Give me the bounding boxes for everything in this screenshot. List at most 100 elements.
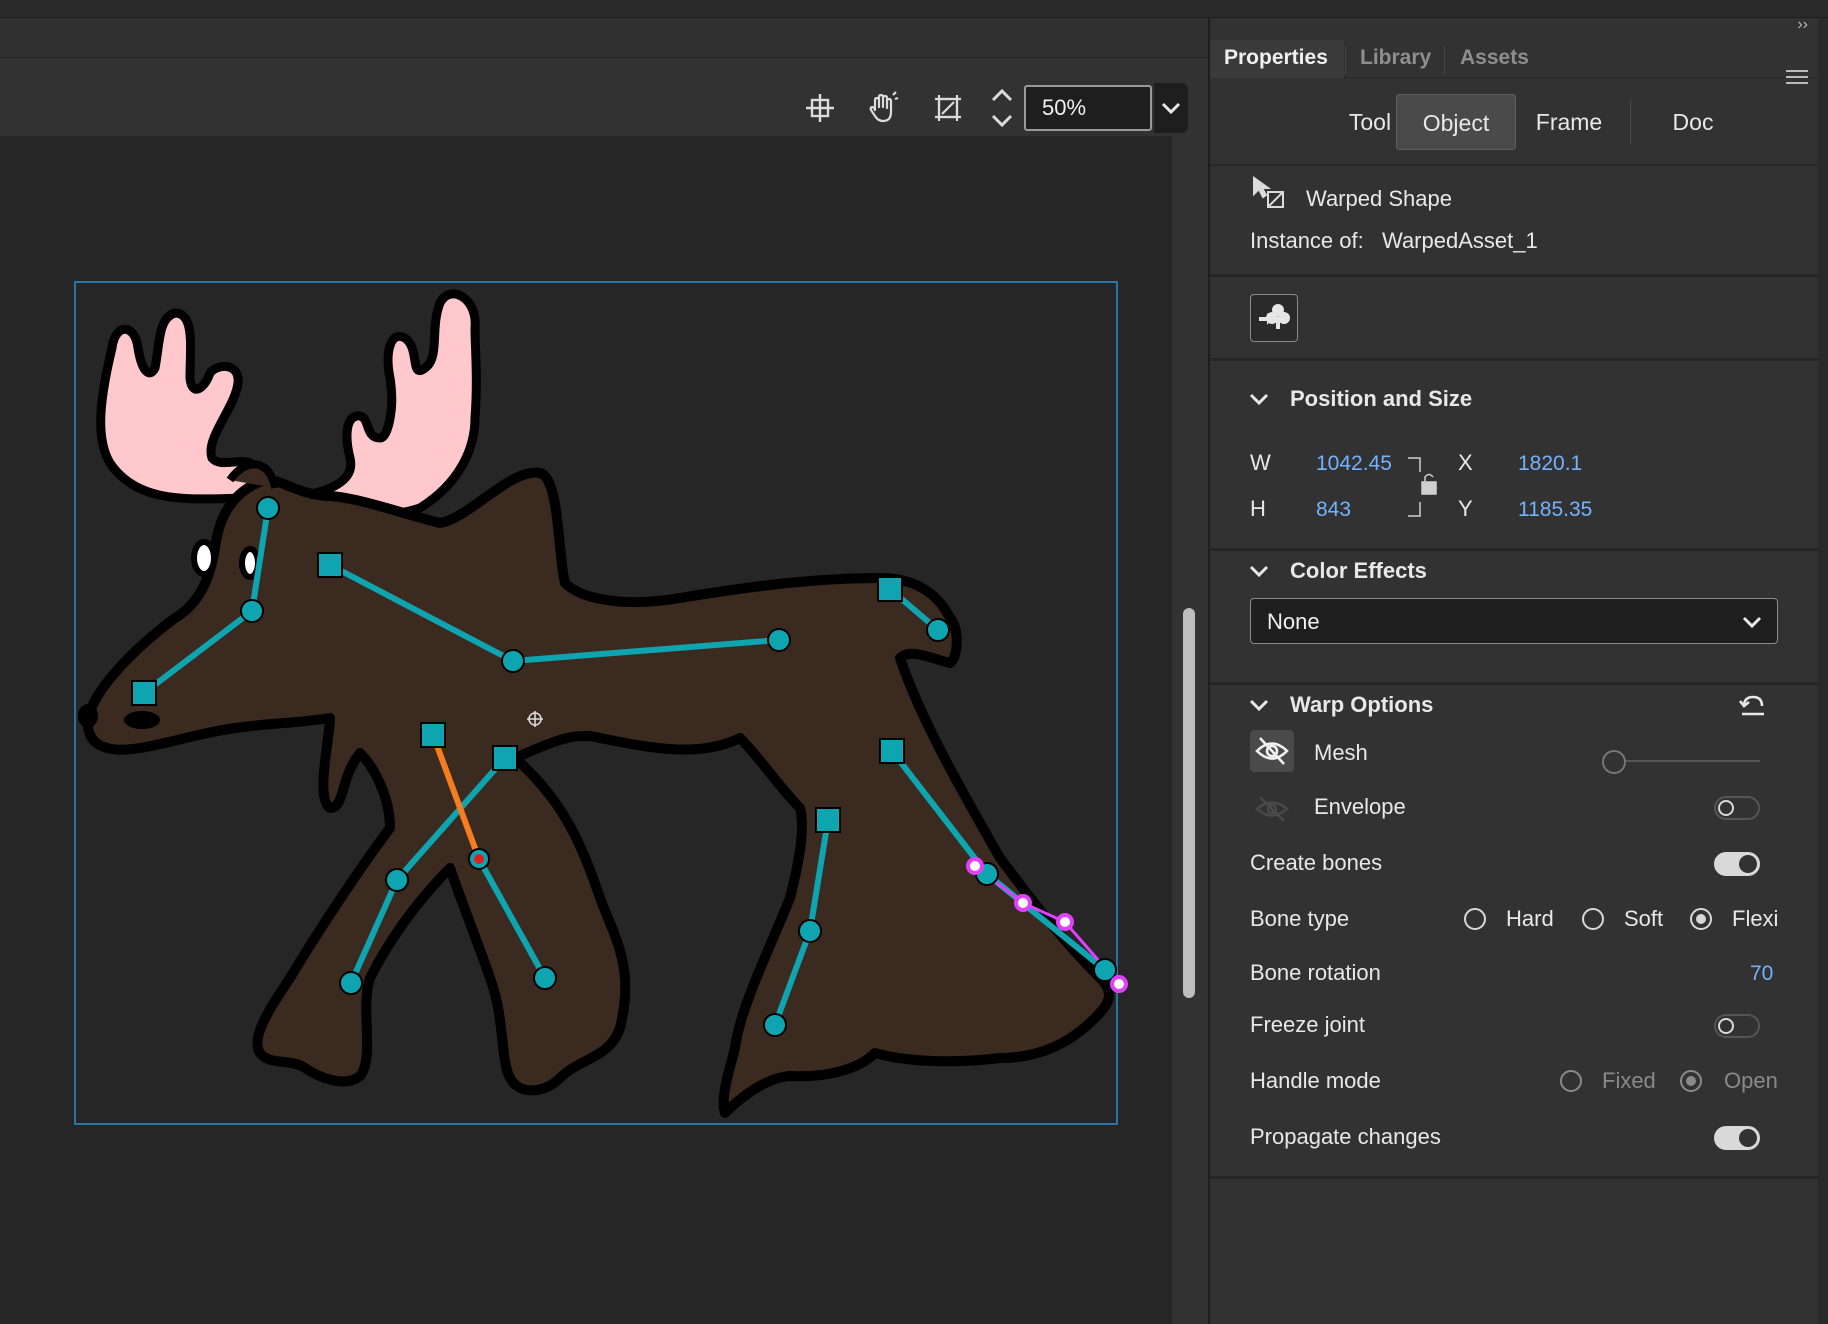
bone-type-hard-label[interactable]: Hard (1506, 906, 1554, 932)
section-divider (1210, 358, 1818, 361)
joint[interactable] (501, 649, 525, 673)
bone-type-soft-label[interactable]: Soft (1624, 906, 1663, 932)
create-bones-toggle[interactable] (1714, 852, 1760, 876)
move-anchor-icon[interactable] (800, 88, 840, 128)
stage-drawing[interactable] (0, 136, 1172, 1324)
height-label: H (1250, 496, 1266, 521)
subtab-frame[interactable]: Frame (1510, 94, 1628, 150)
tab-assets[interactable]: Assets (1446, 40, 1543, 78)
zoom-dropdown-button[interactable] (1154, 83, 1188, 133)
collapse-panel-icon[interactable]: ›› (1797, 16, 1808, 34)
top-strip (0, 0, 1828, 18)
y-value[interactable]: 1185.35 (1518, 498, 1592, 522)
root-joint[interactable] (877, 576, 903, 602)
tab-separator (1444, 46, 1445, 74)
height-value[interactable]: 843 (1316, 498, 1351, 522)
warp-handle[interactable] (1056, 913, 1074, 931)
envelope-toggle[interactable] (1714, 796, 1760, 820)
freeze-joint-toggle[interactable] (1714, 1014, 1760, 1038)
color-effect-value: None (1267, 609, 1320, 634)
bone-type-flexi-radio[interactable] (1690, 908, 1712, 930)
bone-type-hard-radio[interactable] (1464, 908, 1486, 930)
properties-panel: ›› Properties Library Assets Tool Object… (1210, 16, 1818, 1324)
subtab-object[interactable]: Object (1396, 94, 1516, 150)
chevron-up-icon (991, 88, 1013, 102)
chevron-down-icon[interactable] (1248, 388, 1270, 410)
handle-mode-fixed-radio[interactable] (1560, 1070, 1582, 1092)
root-joint[interactable] (420, 722, 446, 748)
chevron-down-icon[interactable] (1248, 694, 1270, 716)
tab-properties[interactable]: Properties (1210, 40, 1344, 78)
handle-mode-open-radio[interactable] (1680, 1070, 1702, 1092)
joint[interactable] (763, 1013, 787, 1037)
warp-handle[interactable] (966, 857, 984, 875)
chevron-down-icon[interactable] (1248, 560, 1270, 582)
instance-name: WarpedAsset_1 (1382, 228, 1538, 253)
propagate-changes-label: Propagate changes (1250, 1124, 1441, 1149)
swap-symbol-button[interactable] (1250, 294, 1298, 342)
animate-app: 50% ›› Properties Library Assets Tool Ob… (0, 0, 1828, 1324)
stage-toolbar: 50% (0, 58, 1208, 136)
joint[interactable] (926, 618, 950, 642)
warp-handle[interactable] (1110, 975, 1128, 993)
tab-library[interactable]: Library (1346, 40, 1445, 78)
width-value[interactable]: 1042.45 (1316, 452, 1392, 476)
joint[interactable] (385, 868, 409, 892)
bone-type-flexi-label[interactable]: Flexi (1732, 906, 1778, 932)
joint[interactable] (798, 919, 822, 943)
handle-mode-label: Handle mode (1250, 1068, 1381, 1093)
joint[interactable] (256, 496, 280, 520)
chevron-down-icon (991, 114, 1013, 128)
right-edge (1818, 18, 1828, 1324)
stage-area: 50% (0, 18, 1208, 1324)
property-subtabs: Tool Object Frame Doc (1210, 78, 1818, 166)
y-label: Y (1458, 496, 1473, 521)
stage-canvas[interactable] (0, 136, 1172, 1324)
x-value[interactable]: 1820.1 (1518, 452, 1582, 476)
bone-type-soft-radio[interactable] (1582, 908, 1604, 930)
propagate-changes-toggle[interactable] (1714, 1126, 1760, 1150)
joint[interactable] (533, 966, 557, 990)
right-antler (295, 289, 481, 521)
warp-options-title[interactable]: Warp Options (1290, 692, 1433, 718)
warp-tool-icon (1250, 174, 1286, 210)
freeze-joint-label: Freeze joint (1250, 1012, 1365, 1037)
mesh-slider-thumb[interactable] (1602, 750, 1626, 774)
width-label: W (1250, 450, 1271, 475)
mesh-slider-track[interactable] (1612, 760, 1760, 762)
joint[interactable] (240, 599, 264, 623)
zoom-stepper[interactable] (988, 82, 1016, 134)
left-antler (96, 308, 257, 504)
clip-stage-icon[interactable] (928, 88, 968, 128)
mesh-label: Mesh (1314, 740, 1368, 765)
hand-icon[interactable] (862, 88, 902, 128)
moose-body (78, 460, 1114, 1118)
root-joint[interactable] (879, 738, 905, 764)
object-type-label: Warped Shape (1306, 186, 1452, 211)
handle-mode-open-label[interactable]: Open (1724, 1068, 1778, 1094)
section-divider (1210, 682, 1818, 685)
mesh-visibility-button[interactable] (1250, 730, 1294, 772)
joint[interactable] (339, 971, 363, 995)
root-joint[interactable] (317, 552, 343, 578)
color-effect-select[interactable]: None (1250, 598, 1778, 644)
warp-handle[interactable] (1014, 894, 1032, 912)
color-effects-title[interactable]: Color Effects (1290, 558, 1427, 584)
root-joint[interactable] (492, 745, 518, 771)
eye-hidden-icon (1255, 737, 1289, 765)
bone-rotation-label: Bone rotation (1250, 960, 1381, 985)
handle-mode-fixed-label[interactable]: Fixed (1602, 1068, 1656, 1094)
vertical-scrollbar[interactable] (1183, 608, 1195, 998)
root-joint[interactable] (815, 807, 841, 833)
joint[interactable] (767, 628, 791, 652)
instance-of-label: Instance of: (1250, 228, 1364, 253)
reset-icon[interactable] (1738, 692, 1768, 720)
section-divider (1210, 548, 1818, 551)
bone-rotation-value[interactable]: 70 (1750, 962, 1773, 986)
position-size-title[interactable]: Position and Size (1290, 386, 1472, 412)
link-lock-icon[interactable] (1406, 456, 1440, 518)
zoom-input[interactable]: 50% (1024, 85, 1152, 131)
chevron-down-icon (1742, 616, 1762, 629)
subtab-doc[interactable]: Doc (1634, 94, 1752, 150)
root-joint[interactable] (131, 680, 157, 706)
